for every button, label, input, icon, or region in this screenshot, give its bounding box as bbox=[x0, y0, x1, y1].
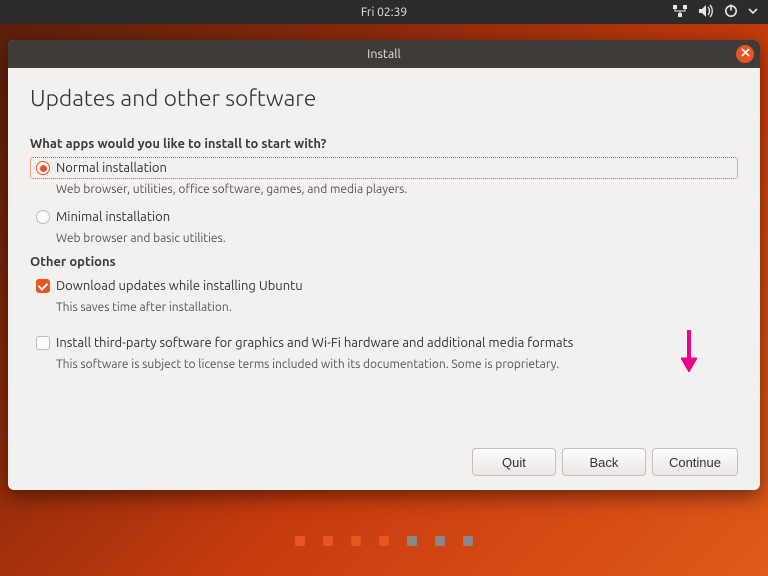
option-normal-label: Normal installation bbox=[56, 161, 167, 175]
chevron-down-icon[interactable] bbox=[748, 4, 758, 21]
progress-dot bbox=[351, 536, 361, 546]
progress-dot bbox=[435, 536, 445, 546]
option-minimal-label: Minimal installation bbox=[56, 210, 170, 224]
option-normal-install[interactable]: Normal installation bbox=[30, 157, 738, 179]
progress-dot bbox=[407, 536, 417, 546]
volume-icon[interactable] bbox=[698, 4, 714, 21]
progress-dot bbox=[463, 536, 473, 546]
back-button[interactable]: Back bbox=[562, 448, 646, 476]
progress-dot bbox=[379, 536, 389, 546]
close-icon bbox=[741, 48, 750, 60]
progress-dot bbox=[323, 536, 333, 546]
apps-question: What apps would you like to install to s… bbox=[30, 137, 738, 151]
window-titlebar: Install bbox=[8, 40, 760, 68]
continue-button[interactable]: Continue bbox=[652, 448, 738, 476]
close-button[interactable] bbox=[736, 45, 754, 63]
page-heading: Updates and other software bbox=[30, 86, 738, 111]
option-download-updates[interactable]: Download updates while installing Ubuntu bbox=[30, 275, 738, 297]
option-minimal-desc: Web browser and basic utilities. bbox=[56, 232, 738, 245]
installer-window: Install Updates and other software What … bbox=[8, 40, 760, 490]
radio-normal[interactable] bbox=[36, 161, 50, 175]
option-updates-label: Download updates while installing Ubuntu bbox=[56, 279, 303, 293]
network-icon[interactable] bbox=[672, 4, 688, 21]
option-thirdparty-desc: This software is subject to license term… bbox=[56, 358, 738, 371]
checkbox-thirdparty[interactable] bbox=[36, 336, 50, 350]
checkbox-updates[interactable] bbox=[36, 279, 50, 293]
progress-dot bbox=[295, 536, 305, 546]
window-title: Install bbox=[367, 47, 401, 61]
wizard-buttons: Quit Back Continue bbox=[472, 448, 738, 476]
system-menubar: Fri 02:39 bbox=[0, 0, 768, 24]
quit-button[interactable]: Quit bbox=[472, 448, 556, 476]
option-updates-desc: This saves time after installation. bbox=[56, 301, 738, 314]
progress-dots bbox=[0, 536, 768, 546]
option-minimal-install[interactable]: Minimal installation bbox=[30, 206, 738, 228]
option-thirdparty-label: Install third-party software for graphic… bbox=[56, 336, 573, 350]
option-normal-desc: Web browser, utilities, office software,… bbox=[56, 183, 738, 196]
power-icon[interactable] bbox=[724, 4, 738, 21]
system-tray bbox=[672, 0, 758, 24]
option-third-party[interactable]: Install third-party software for graphic… bbox=[30, 332, 738, 354]
radio-minimal[interactable] bbox=[36, 210, 50, 224]
clock: Fri 02:39 bbox=[361, 6, 407, 19]
other-options-label: Other options bbox=[30, 255, 738, 269]
installer-content: Updates and other software What apps wou… bbox=[8, 68, 760, 490]
